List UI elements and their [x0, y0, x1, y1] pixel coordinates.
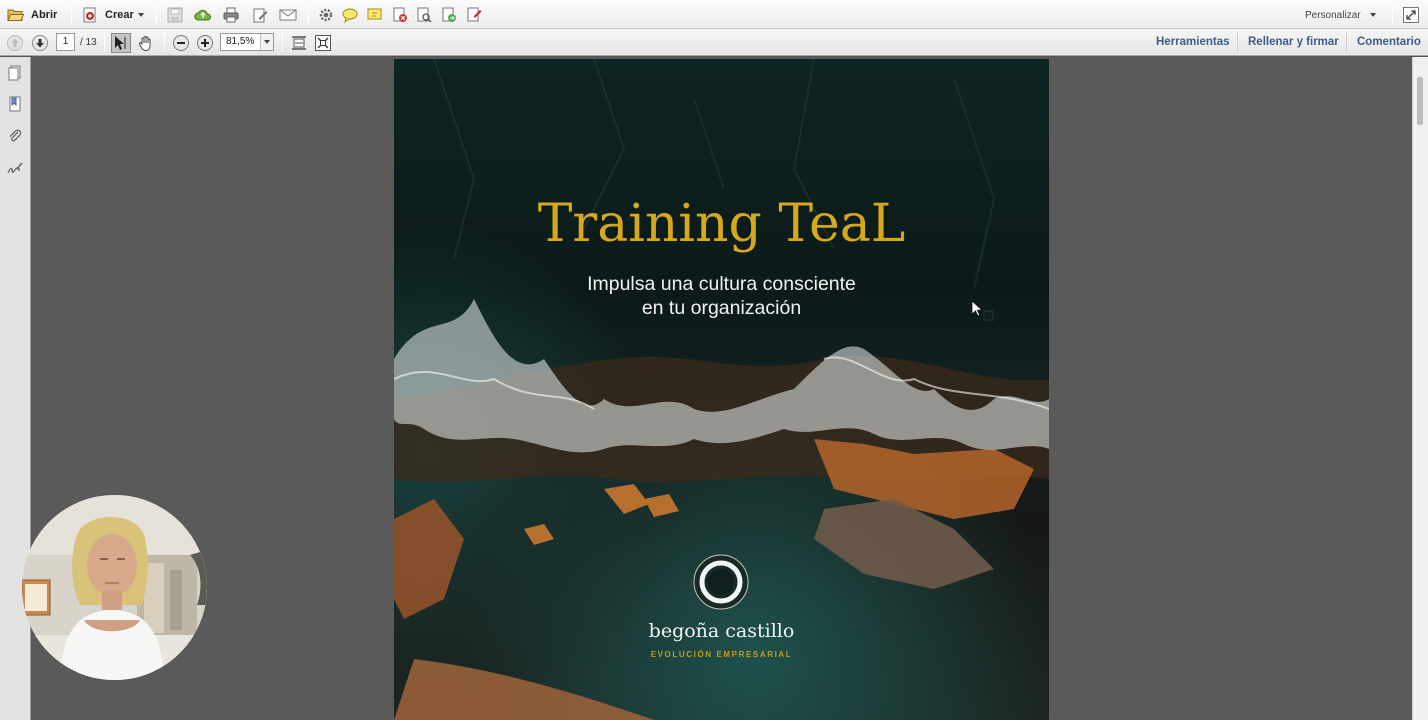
- fit-window-icon: [315, 35, 331, 51]
- upload-cloud-button[interactable]: [194, 4, 212, 26]
- comment-bubble-icon: [342, 8, 358, 24]
- scrollbar-thumb[interactable]: [1417, 77, 1423, 125]
- toolbar-divider: [156, 5, 157, 24]
- create-pdf-icon: [83, 7, 96, 23]
- select-tool-button[interactable]: [111, 32, 131, 54]
- create-button[interactable]: Crear: [81, 4, 144, 26]
- edit-button[interactable]: [251, 4, 269, 26]
- document-subtitle: Impulsa una cultura consciente en tu org…: [394, 272, 1049, 320]
- full-screen-button[interactable]: [314, 32, 332, 54]
- save-icon: [167, 7, 183, 23]
- chevron-down-icon: [137, 13, 144, 17]
- stamp-button[interactable]: [465, 4, 483, 26]
- toolbar-divider: [1392, 5, 1393, 24]
- previous-page-button[interactable]: [6, 32, 24, 54]
- document-title: Training TeaL: [537, 194, 906, 254]
- gear-icon: [319, 8, 333, 22]
- tools-panel-link[interactable]: Herramientas: [1156, 36, 1230, 48]
- minus-circle-icon: [173, 35, 189, 51]
- toolbar-divider: [282, 32, 283, 51]
- subtitle-line: Impulsa una cultura consciente: [587, 273, 856, 295]
- chevron-down-icon[interactable]: [260, 34, 273, 50]
- page-number-input[interactable]: 1: [56, 33, 75, 51]
- webcam-overlay: [22, 495, 207, 680]
- page-count: / 13: [80, 37, 97, 48]
- cursor-select-icon: [111, 33, 131, 53]
- panel-divider: [1237, 32, 1238, 53]
- zoom-in-button[interactable]: [196, 32, 214, 54]
- hand-tool-button[interactable]: [137, 32, 155, 54]
- panel-divider: [1346, 32, 1347, 53]
- find-button[interactable]: [415, 4, 433, 26]
- presenter-video-image: [22, 495, 207, 680]
- document-search-icon: [417, 7, 432, 23]
- brand-logo-icon: [693, 554, 749, 610]
- zoom-level-select[interactable]: 81,5%: [220, 33, 274, 51]
- arrow-down-icon: [32, 35, 48, 51]
- customize-label: Personalizar: [1305, 9, 1361, 21]
- navigation-toolbar: 1 / 13 81,5% Herramientas Rellenar y fir…: [0, 29, 1428, 56]
- toolbar-divider: [308, 5, 309, 24]
- delete-document-icon: [393, 7, 407, 22]
- fill-sign-panel-link[interactable]: Rellenar y firmar: [1248, 36, 1339, 48]
- save-button[interactable]: [166, 4, 184, 26]
- signature-icon[interactable]: [6, 159, 24, 177]
- paperclip-icon[interactable]: [6, 127, 24, 145]
- hand-icon: [138, 36, 151, 52]
- email-button[interactable]: [279, 4, 297, 26]
- zoom-out-button[interactable]: [172, 32, 190, 54]
- page-thumbnails-icon[interactable]: [6, 64, 24, 82]
- toolbar-divider: [164, 32, 165, 51]
- left-navigation-pane: [0, 57, 31, 720]
- highlight-button[interactable]: [366, 4, 384, 26]
- customize-dropdown[interactable]: Personalizar: [1305, 4, 1376, 26]
- folder-open-icon: [7, 9, 24, 21]
- chevron-down-icon: [1369, 13, 1376, 17]
- toolbar-divider: [104, 32, 105, 51]
- expand-icon: [1403, 7, 1419, 23]
- export-button[interactable]: [440, 4, 458, 26]
- comment-panel-link[interactable]: Comentario: [1357, 36, 1421, 48]
- bookmarks-icon[interactable]: [6, 95, 24, 113]
- stamp-document-icon: [467, 7, 482, 22]
- zoom-value: 81,5%: [226, 36, 255, 47]
- delete-button[interactable]: [391, 4, 409, 26]
- highlight-note-icon: [367, 8, 382, 20]
- next-page-button[interactable]: [31, 32, 49, 54]
- cloud-upload-icon: [194, 9, 212, 21]
- arrow-up-icon: [7, 35, 23, 51]
- vertical-scrollbar[interactable]: [1412, 57, 1428, 720]
- add-comment-button[interactable]: [341, 4, 359, 26]
- create-label: Crear: [105, 9, 134, 21]
- fit-page-width-icon: [292, 36, 306, 50]
- toolbar-divider: [71, 5, 72, 24]
- pdf-reader-window: Abrir Crear Personalizar 1 / 13 81,5% He…: [0, 0, 1428, 720]
- settings-button[interactable]: [317, 4, 335, 26]
- brand-tagline: EVOLUCIÓN EMPRESARIAL: [650, 650, 793, 659]
- envelope-icon: [279, 9, 297, 21]
- printer-icon: [223, 7, 239, 23]
- expand-window-button[interactable]: [1402, 4, 1420, 26]
- fit-width-button[interactable]: [290, 32, 308, 54]
- print-button[interactable]: [222, 4, 240, 26]
- mouse-cursor-icon: [971, 300, 994, 321]
- main-toolbar: Abrir Crear Personalizar: [0, 0, 1428, 29]
- export-document-icon: [442, 7, 456, 22]
- pdf-page: Training TeaL Impulsa una cultura consci…: [394, 59, 1049, 720]
- open-button[interactable]: Abrir: [6, 4, 57, 26]
- plus-circle-icon: [197, 35, 213, 51]
- brand-name: begoña castillo: [648, 620, 795, 642]
- open-label: Abrir: [31, 9, 58, 21]
- edit-document-icon: [253, 8, 268, 23]
- subtitle-line: en tu organización: [641, 297, 802, 319]
